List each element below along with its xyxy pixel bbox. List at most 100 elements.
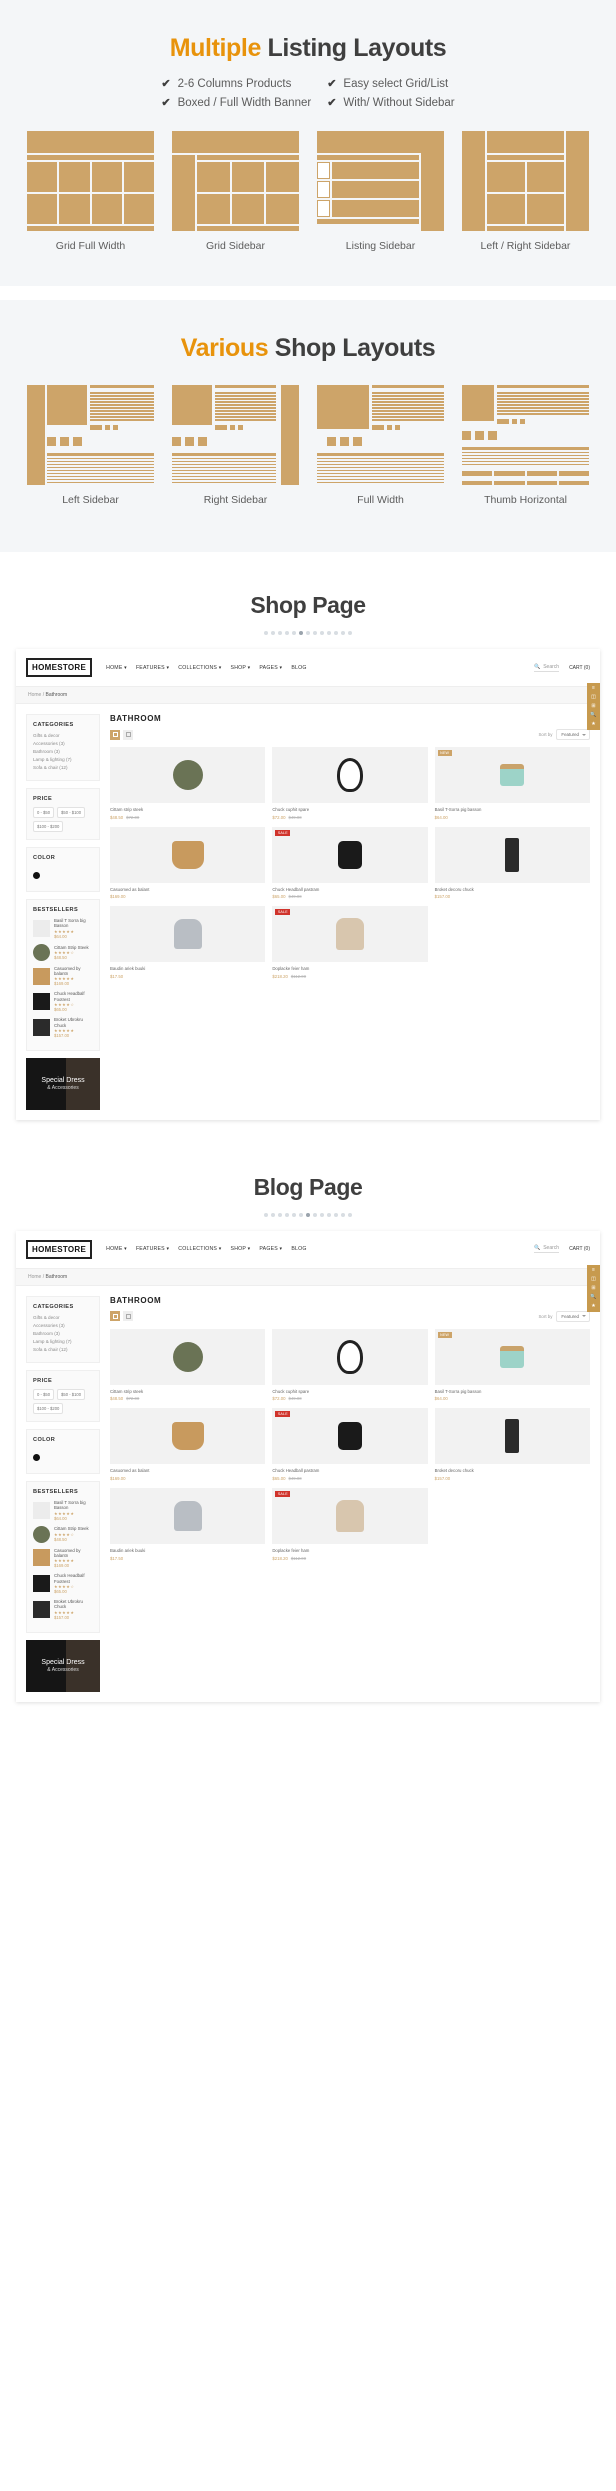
sidebar-promo-banner[interactable]: Special Dress & Accessories bbox=[26, 1639, 100, 1692]
menu-item-home[interactable]: HOME ▾ bbox=[106, 1246, 127, 1252]
category-item[interactable]: Bathroom (3) bbox=[33, 749, 93, 754]
category-item[interactable]: Bathroom (3) bbox=[33, 1331, 93, 1336]
price-option[interactable]: 0 - $50 bbox=[33, 1388, 55, 1400]
product-card[interactable]: Chuck cuphit spare $72.00 $49.00 bbox=[272, 747, 428, 820]
bestseller-item[interactable]: Chuck Headbalf Footrest ★★★★☆ $65.00 bbox=[33, 1573, 93, 1594]
sort-select[interactable]: Featured bbox=[556, 729, 590, 740]
rail-search-icon[interactable]: 🔍 bbox=[590, 713, 596, 718]
pager-dot[interactable] bbox=[264, 631, 268, 635]
product-card[interactable]: Cittam strip steek $48.50 $72.00 bbox=[110, 1328, 266, 1401]
category-item[interactable]: Sofa & chair (12) bbox=[33, 765, 93, 770]
breadcrumb-home[interactable]: Home bbox=[28, 1274, 41, 1280]
category-item[interactable]: Accessories (3) bbox=[33, 1323, 93, 1328]
rail-search-icon[interactable]: 🔍 bbox=[590, 1294, 596, 1300]
bestseller-item[interactable]: Casuomed by balantn ★★★★★ $169.00 bbox=[33, 1548, 93, 1568]
pager-dot-active[interactable] bbox=[306, 1212, 310, 1217]
pager-dot[interactable] bbox=[313, 631, 317, 635]
product-card[interactable]: Chuck cuphit spare $72.00 $49.00 bbox=[272, 1328, 428, 1401]
rail-layout-icon[interactable]: ◫ bbox=[591, 695, 596, 700]
pager-dot[interactable] bbox=[327, 1212, 331, 1217]
pager-dot[interactable] bbox=[278, 1212, 282, 1217]
category-item[interactable]: Lamp & lighting (7) bbox=[33, 757, 93, 762]
pager-dot[interactable] bbox=[313, 1212, 317, 1217]
pager-dot[interactable] bbox=[285, 631, 289, 635]
product-card[interactable]: Broket decoru chuck $157.00 bbox=[434, 826, 590, 899]
pager-dot-active[interactable] bbox=[299, 631, 303, 635]
pager-dot[interactable] bbox=[348, 631, 352, 635]
product-card[interactable]: SALE Chuck Headball pastram $65.00 $49.00 bbox=[272, 826, 428, 899]
pager-dot[interactable] bbox=[348, 1212, 352, 1217]
bestseller-item[interactable]: Basil T Sorra big Basson ★★★★★ $64.00 bbox=[33, 918, 93, 939]
pager-dot[interactable] bbox=[341, 631, 345, 635]
pager-dot[interactable] bbox=[264, 1212, 268, 1217]
price-option[interactable]: $100 - $200 bbox=[33, 1402, 64, 1414]
pager-dot[interactable] bbox=[271, 1212, 275, 1217]
layout-card-right-sidebar[interactable]: Right Sidebar bbox=[172, 385, 299, 506]
product-card[interactable]: NEW Basil T-Sorra pig basson $64.00 bbox=[434, 1328, 590, 1401]
site-logo[interactable]: HOMESTORE bbox=[26, 1239, 93, 1259]
layout-card-full-width[interactable]: Full Width bbox=[317, 385, 444, 506]
menu-item-shop[interactable]: SHOP ▾ bbox=[231, 665, 251, 671]
price-option[interactable]: 0 - $50 bbox=[33, 807, 55, 818]
menu-item-features[interactable]: FEATURES ▾ bbox=[136, 665, 169, 671]
bestseller-item[interactable]: Cittam Strip Steek ★★★★☆ $48.50 bbox=[33, 1525, 93, 1543]
grid-view-button[interactable] bbox=[110, 1311, 120, 1322]
product-card[interactable]: SALE Doplacke feier ham $218.20 $112.00 bbox=[272, 906, 428, 979]
shop-page-pager[interactable] bbox=[0, 631, 616, 649]
menu-item-collections[interactable]: COLLECTIONS ▾ bbox=[178, 665, 221, 671]
bestseller-item[interactable]: Chuck Headbalf Footrest ★★★★☆ $65.00 bbox=[33, 991, 93, 1012]
product-card[interactable]: SALE Chuck Headball pastram $65.00 $49.00 bbox=[272, 1408, 428, 1481]
blog-page-pager[interactable] bbox=[0, 1212, 616, 1231]
sidebar-promo-banner[interactable]: Special Dress & Accessories bbox=[26, 1057, 100, 1110]
product-card[interactable]: Broket decoru chuck $157.00 bbox=[434, 1408, 590, 1481]
menu-item-pages[interactable]: PAGES ▾ bbox=[259, 1246, 282, 1252]
breadcrumb-home[interactable]: Home bbox=[28, 692, 41, 698]
pager-dot[interactable] bbox=[341, 1212, 345, 1217]
layout-card-thumb-horizontal[interactable]: Thumb Horizontal bbox=[462, 385, 589, 506]
search-box[interactable]: 🔍 Search bbox=[533, 664, 560, 672]
category-item[interactable]: Lamp & lighting (7) bbox=[33, 1339, 93, 1344]
rail-star-icon[interactable]: ★ bbox=[591, 1303, 595, 1309]
category-item[interactable]: Gifts & decor bbox=[33, 733, 93, 738]
pager-dot[interactable] bbox=[334, 1212, 338, 1217]
product-card[interactable]: NEW Basil T-Sorra pig basson $64.00 bbox=[434, 747, 590, 820]
pager-dot[interactable] bbox=[299, 1212, 303, 1217]
menu-item-blog[interactable]: BLOG bbox=[291, 665, 306, 671]
layout-card-left-right-sidebar[interactable]: Left / Right Sidebar bbox=[462, 131, 589, 252]
rail-grid-icon[interactable]: ⊞ bbox=[591, 1285, 595, 1291]
price-option[interactable]: $50 - $100 bbox=[57, 1388, 86, 1400]
rail-layout-icon[interactable]: ◫ bbox=[591, 1276, 596, 1282]
pager-dot[interactable] bbox=[334, 631, 338, 635]
cart-link[interactable]: CART (0) bbox=[569, 665, 590, 671]
menu-item-collections[interactable]: COLLECTIONS ▾ bbox=[178, 1246, 221, 1252]
product-card[interactable]: Baudin ariek buuki $17.50 bbox=[110, 1488, 266, 1561]
color-swatch-black[interactable] bbox=[33, 1453, 40, 1461]
layout-card-left-sidebar[interactable]: Left Sidebar bbox=[27, 385, 154, 506]
pager-dot[interactable] bbox=[306, 631, 310, 635]
pager-dot[interactable] bbox=[327, 631, 331, 635]
product-card[interactable]: SALE Doplacke feier ham $218.20 $112.00 bbox=[272, 1488, 428, 1561]
pager-dot[interactable] bbox=[292, 631, 296, 635]
color-swatch-black[interactable] bbox=[33, 872, 40, 879]
bestseller-item[interactable]: Broket Ubrokru Chuck ★★★★★ $157.00 bbox=[33, 1017, 93, 1038]
side-action-rail[interactable]: ≡ ◫ ⊞ 🔍 ★ bbox=[587, 1264, 600, 1312]
menu-item-pages[interactable]: PAGES ▾ bbox=[259, 665, 282, 671]
rail-grid-icon[interactable]: ⊞ bbox=[591, 704, 595, 709]
product-card[interactable]: Casuomed as balant $169.00 bbox=[110, 1408, 266, 1481]
menu-item-features[interactable]: FEATURES ▾ bbox=[136, 1246, 169, 1252]
pager-dot[interactable] bbox=[285, 1212, 289, 1217]
list-view-button[interactable] bbox=[123, 1311, 133, 1322]
menu-item-home[interactable]: HOME ▾ bbox=[106, 665, 127, 671]
bestseller-item[interactable]: Casuomed by balantn ★★★★★ $169.00 bbox=[33, 966, 93, 986]
product-card[interactable]: Casuomed as balant $169.00 bbox=[110, 826, 266, 899]
search-box[interactable]: 🔍 Search bbox=[533, 1245, 560, 1254]
category-item[interactable]: Accessories (3) bbox=[33, 741, 93, 746]
bestseller-item[interactable]: Cittam Strip Steek ★★★★☆ $48.50 bbox=[33, 943, 93, 961]
bestseller-item[interactable]: Basil T Sorra big Basson ★★★★★ $64.00 bbox=[33, 1500, 93, 1521]
layout-card-grid-sidebar[interactable]: Grid Sidebar bbox=[172, 131, 300, 252]
rail-menu-icon[interactable]: ≡ bbox=[592, 1267, 595, 1273]
list-view-button[interactable] bbox=[123, 729, 133, 740]
pager-dot[interactable] bbox=[292, 1212, 296, 1217]
rail-menu-icon[interactable]: ≡ bbox=[592, 686, 595, 691]
price-option[interactable]: $50 - $100 bbox=[57, 807, 86, 818]
